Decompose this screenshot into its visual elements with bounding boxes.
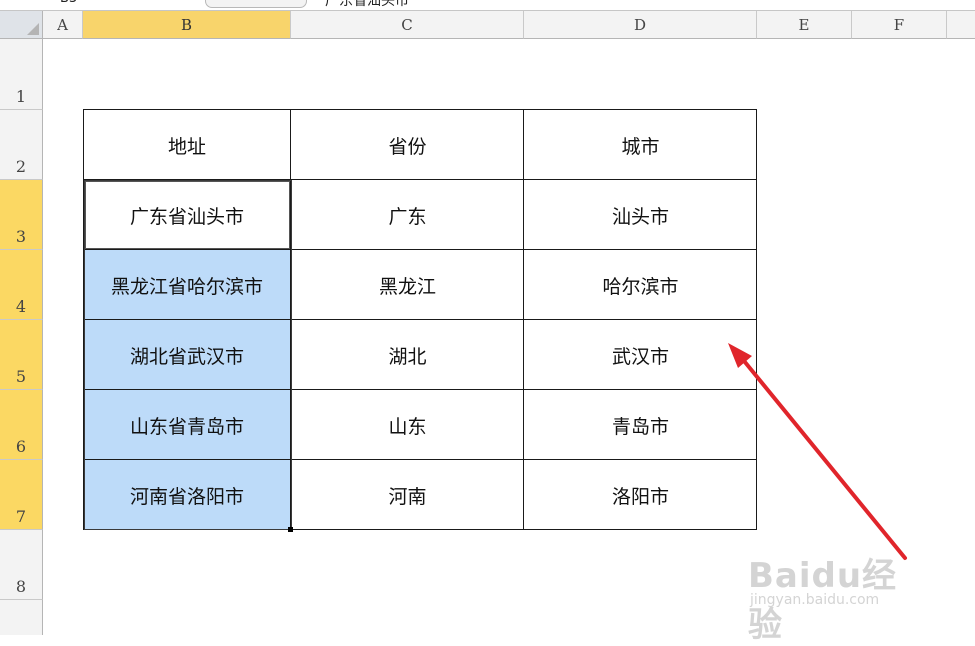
baidu-watermark: Baidu经验 jingyan.baidu.com bbox=[748, 548, 923, 645]
column-header-g[interactable] bbox=[947, 11, 975, 39]
formula-bar: B3 广东省汕头市 bbox=[0, 0, 975, 11]
cell-c3[interactable]: 广东 bbox=[291, 180, 524, 250]
cell-d7[interactable]: 洛阳市 bbox=[524, 460, 757, 530]
table-border bbox=[523, 109, 524, 530]
column-header-a[interactable]: A bbox=[43, 11, 83, 39]
table-border bbox=[83, 179, 757, 180]
cell-d5[interactable]: 武汉市 bbox=[524, 320, 757, 390]
table-header-city[interactable]: 城市 bbox=[524, 110, 757, 180]
select-all-triangle-icon bbox=[27, 23, 39, 35]
row-header-2[interactable]: 2 bbox=[0, 110, 43, 180]
fill-handle[interactable] bbox=[288, 527, 293, 532]
row-header-8[interactable]: 8 bbox=[0, 530, 43, 600]
cell-b3[interactable]: 广东省汕头市 bbox=[83, 180, 291, 250]
table-border bbox=[83, 459, 757, 460]
cell-b4[interactable]: 黑龙江省哈尔滨市 bbox=[83, 250, 291, 320]
table-border bbox=[83, 249, 757, 250]
column-header-f[interactable]: F bbox=[852, 11, 947, 39]
formula-bar-divider bbox=[205, 0, 307, 8]
name-box[interactable]: B3 bbox=[60, 0, 77, 6]
column-header-e[interactable]: E bbox=[757, 11, 852, 39]
cell-b6[interactable]: 山东省青岛市 bbox=[83, 390, 291, 460]
row-header-9[interactable] bbox=[0, 600, 43, 635]
cell-c5[interactable]: 湖北 bbox=[291, 320, 524, 390]
cell-d6[interactable]: 青岛市 bbox=[524, 390, 757, 460]
row-header-4[interactable]: 4 bbox=[0, 250, 43, 320]
row-header-3[interactable]: 3 bbox=[0, 180, 43, 250]
watermark-url: jingyan.baidu.com bbox=[750, 592, 880, 608]
column-header-b[interactable]: B bbox=[83, 11, 291, 39]
row-header-5[interactable]: 5 bbox=[0, 320, 43, 390]
cell-c4[interactable]: 黑龙江 bbox=[291, 250, 524, 320]
table-border bbox=[290, 109, 291, 530]
cell-d4[interactable]: 哈尔滨市 bbox=[524, 250, 757, 320]
table-border bbox=[83, 529, 757, 530]
table-border bbox=[756, 109, 757, 530]
table-border bbox=[83, 319, 757, 320]
row-header-1[interactable]: 1 bbox=[0, 39, 43, 110]
formula-input[interactable]: 广东省汕头市 bbox=[325, 0, 409, 10]
table-border bbox=[83, 389, 757, 390]
cell-c6[interactable]: 山东 bbox=[291, 390, 524, 460]
select-all-corner[interactable] bbox=[0, 11, 43, 39]
cell-b5[interactable]: 湖北省武汉市 bbox=[83, 320, 291, 390]
table-border bbox=[83, 109, 84, 530]
column-header-d[interactable]: D bbox=[524, 11, 757, 39]
row-header-7[interactable]: 7 bbox=[0, 460, 43, 530]
table-border bbox=[83, 109, 757, 110]
cell-c7[interactable]: 河南 bbox=[291, 460, 524, 530]
cell-d3[interactable]: 汕头市 bbox=[524, 180, 757, 250]
arrow-shaft bbox=[738, 354, 907, 560]
cell-b7[interactable]: 河南省洛阳市 bbox=[83, 460, 291, 530]
column-header-c[interactable]: C bbox=[291, 11, 524, 39]
row-header-6[interactable]: 6 bbox=[0, 390, 43, 460]
table-header-address[interactable]: 地址 bbox=[83, 110, 291, 180]
table-header-province[interactable]: 省份 bbox=[291, 110, 524, 180]
